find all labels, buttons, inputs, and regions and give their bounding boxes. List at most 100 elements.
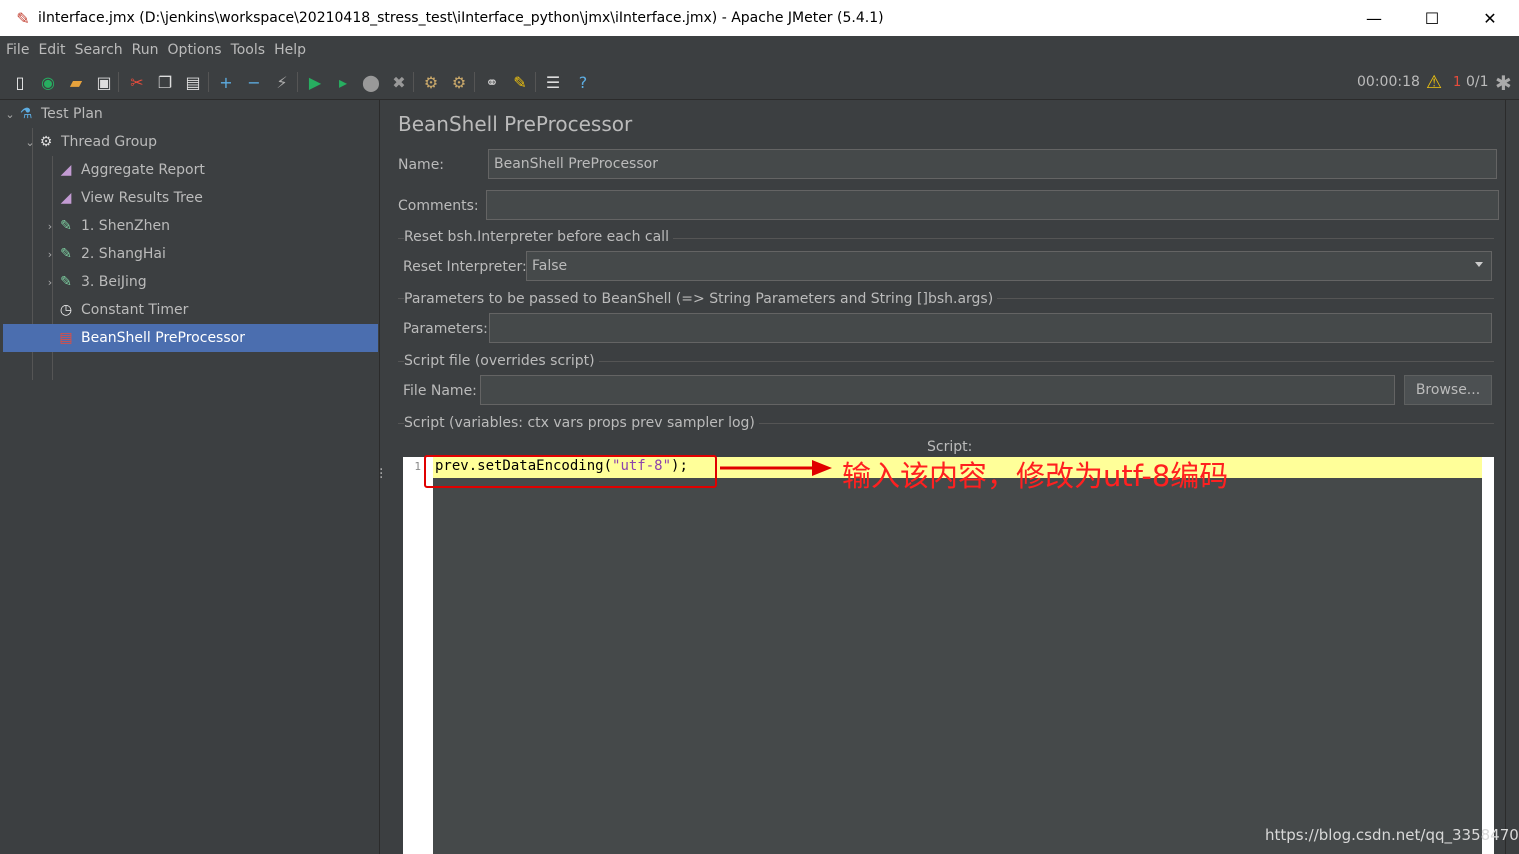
new-icon[interactable]: ▯ <box>9 71 31 93</box>
expand-icon[interactable]: + <box>215 71 237 93</box>
minimize-button[interactable]: — <box>1345 0 1403 36</box>
expand-arrow-icon[interactable]: › <box>43 248 57 261</box>
toolbar: ▯ ◉ ▰ ▣ ✂ ❐ ▤ + − ⚡ ▶ ▸ ⬤ ✖ ⚙ ⚙ ⚭ ✎ ☰ ? … <box>0 64 1519 100</box>
collapse-arrow-icon[interactable]: ⌄ <box>23 136 37 149</box>
save-icon[interactable]: ▣ <box>93 71 115 93</box>
copy-icon[interactable]: ❐ <box>154 71 176 93</box>
sampler-icon: ✎ <box>60 246 72 262</box>
parameters-field[interactable] <box>489 313 1492 343</box>
annotation-highlight-box <box>424 455 717 488</box>
name-label: Name: <box>398 157 445 173</box>
menu-options[interactable]: Options <box>168 42 222 58</box>
cut-icon[interactable]: ✂ <box>126 71 148 93</box>
shutdown-icon[interactable]: ✖ <box>388 71 410 93</box>
file-name-field[interactable] <box>480 375 1395 405</box>
tree-item-beanshell-preprocessor[interactable]: ▤ BeanShell PreProcessor <box>3 324 378 352</box>
templates-icon[interactable]: ◉ <box>37 71 59 93</box>
reset-interpreter-value: False <box>532 258 568 274</box>
start-icon[interactable]: ▶ <box>304 71 326 93</box>
script-file-section-title: Script file (overrides script) <box>404 353 599 369</box>
test-plan-tree: ⌄ ⚗ Test Plan ⌄ ⚙ Thread Group ◢ Aggrega… <box>0 100 380 854</box>
tree-item-beijing[interactable]: › ✎ 3. BeiJing <box>3 268 378 296</box>
menu-file[interactable]: File <box>6 42 29 58</box>
tree-item-shenzhen[interactable]: › ✎ 1. ShenZhen <box>3 212 378 240</box>
chevron-down-icon <box>1475 262 1483 267</box>
test-plan-icon: ⚗ <box>19 106 33 122</box>
menu-bar: File Edit Search Run Options Tools Help <box>0 36 1519 64</box>
tree-item-label: View Results Tree <box>81 190 203 206</box>
close-button[interactable]: ✕ <box>1461 0 1519 36</box>
reset-search-icon[interactable]: ✎ <box>509 71 531 93</box>
reset-interpreter-label: Reset Interpreter: <box>403 259 527 275</box>
expand-arrow-icon[interactable]: › <box>43 220 57 233</box>
script-text-area[interactable]: prev.setDataEncoding("utf-8"); <box>433 457 1482 854</box>
tree-item-label: BeanShell PreProcessor <box>81 330 245 346</box>
error-count: 1 <box>1453 75 1462 90</box>
jmeter-feather-icon: ✎ <box>16 8 30 28</box>
paste-icon[interactable]: ▤ <box>182 71 204 93</box>
menu-run[interactable]: Run <box>132 42 159 58</box>
help-icon[interactable]: ? <box>572 71 594 93</box>
tree-item-label: Thread Group <box>61 134 158 150</box>
report-icon: ◢ <box>60 162 72 178</box>
open-icon[interactable]: ▰ <box>65 71 87 93</box>
comments-field[interactable] <box>486 190 1499 220</box>
window-title-bar: ✎ iInterface.jmx (D:\jenkins\workspace\2… <box>0 0 1519 36</box>
browse-button[interactable]: Browse... <box>1404 375 1492 405</box>
start-no-pause-icon[interactable]: ▸ <box>332 71 354 93</box>
watermark: https://blog.csdn.net/qq_33584709 <box>1265 826 1519 844</box>
tree-item-view-results-tree[interactable]: ◢ View Results Tree <box>3 184 378 212</box>
tree-item-thread-group[interactable]: ⌄ ⚙ Thread Group <box>3 128 378 156</box>
tree-item-label: 2. ShangHai <box>81 246 166 262</box>
clear-icon[interactable]: ⚙ <box>420 71 442 93</box>
tree-item-aggregate-report[interactable]: ◢ Aggregate Report <box>3 156 378 184</box>
reset-section-title: Reset bsh.Interpreter before each call <box>404 229 673 245</box>
expand-arrow-icon[interactable]: › <box>43 276 57 289</box>
thread-group-icon: ⚙ <box>39 134 53 150</box>
panel-title: BeanShell PreProcessor <box>398 112 633 136</box>
stop-icon[interactable]: ⬤ <box>360 71 382 93</box>
tree-item-test-plan[interactable]: ⌄ ⚗ Test Plan <box>3 100 378 128</box>
clear-all-icon[interactable]: ⚙ <box>448 71 470 93</box>
script-editor[interactable]: 1 prev.setDataEncoding("utf-8"); <box>403 457 1494 854</box>
comments-label: Comments: <box>398 198 479 214</box>
toggle-icon[interactable]: ⚡ <box>271 71 293 93</box>
menu-tools[interactable]: Tools <box>231 42 266 58</box>
remote-icon[interactable]: ✱ <box>1495 71 1512 95</box>
report-icon: ◢ <box>60 190 72 206</box>
tree-item-label: Aggregate Report <box>81 162 205 178</box>
parameters-section-title: Parameters to be passed to BeanShell (=>… <box>404 291 998 307</box>
tree-item-label: Constant Timer <box>81 302 189 318</box>
menu-edit[interactable]: Edit <box>38 42 65 58</box>
panel-scrollbar[interactable] <box>1505 100 1519 854</box>
line-number: 1 <box>414 460 421 473</box>
line-number-gutter: 1 <box>403 457 433 854</box>
parameters-label: Parameters: <box>403 321 488 337</box>
tree-item-label: 3. BeiJing <box>81 274 147 290</box>
reset-interpreter-select[interactable]: False <box>526 251 1492 281</box>
active-threads: 0/1 <box>1466 74 1489 90</box>
collapse-icon[interactable]: − <box>243 71 265 93</box>
annotation-text: 输入该内容，修改为utf-8编码 <box>842 459 1229 493</box>
collapse-arrow-icon[interactable]: ⌄ <box>3 108 17 121</box>
file-name-label: File Name: <box>403 383 477 399</box>
timer-icon: ◷ <box>59 302 73 318</box>
warning-icon[interactable]: ⚠ <box>1426 72 1442 93</box>
sampler-icon: ✎ <box>60 274 72 290</box>
function-helper-icon[interactable]: ☰ <box>542 71 564 93</box>
maximize-button[interactable]: ☐ <box>1403 0 1461 36</box>
window-title: iInterface.jmx (D:\jenkins\workspace\202… <box>38 10 884 26</box>
name-field[interactable]: BeanShell PreProcessor <box>488 149 1497 179</box>
menu-search[interactable]: Search <box>75 42 123 58</box>
annotation-arrow-icon <box>720 460 832 476</box>
tree-item-shanghai[interactable]: › ✎ 2. ShangHai <box>3 240 378 268</box>
tree-item-label: Test Plan <box>41 106 103 122</box>
menu-help[interactable]: Help <box>274 42 306 58</box>
elapsed-time: 00:00:18 <box>1357 74 1420 90</box>
tree-item-constant-timer[interactable]: ◷ Constant Timer <box>3 296 378 324</box>
search-icon[interactable]: ⚭ <box>481 71 503 93</box>
preprocessor-icon: ▤ <box>59 330 73 346</box>
script-section-title: Script (variables: ctx vars props prev s… <box>404 415 759 431</box>
sampler-icon: ✎ <box>60 218 72 234</box>
editor-scrollbar[interactable] <box>1482 457 1494 854</box>
